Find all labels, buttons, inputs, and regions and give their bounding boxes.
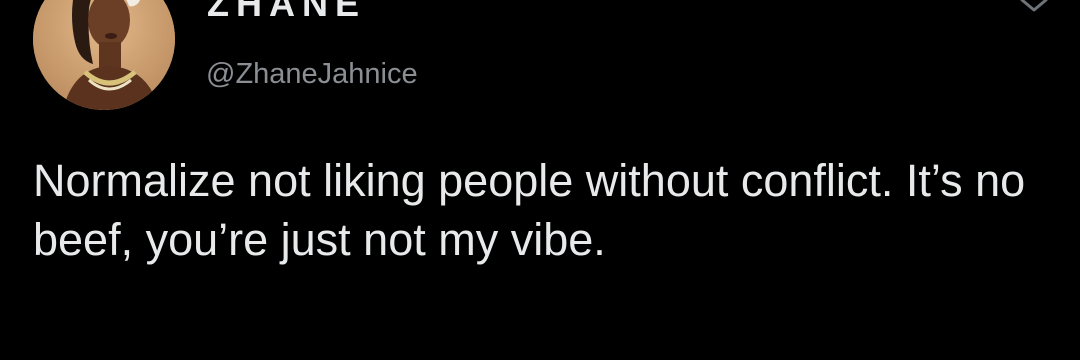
more-options-button[interactable] [1012,0,1056,24]
display-name[interactable]: ZHANE [207,0,366,22]
chevron-down-icon [1020,0,1048,12]
avatar[interactable] [33,0,175,110]
tweet: ZHANE @ZhaneJahnice Normalize not liking… [0,0,1080,360]
tweet-text: Normalize not liking people without conf… [33,155,1026,265]
user-handle[interactable]: @ZhaneJahnice [206,57,418,92]
avatar-photo [33,0,175,110]
